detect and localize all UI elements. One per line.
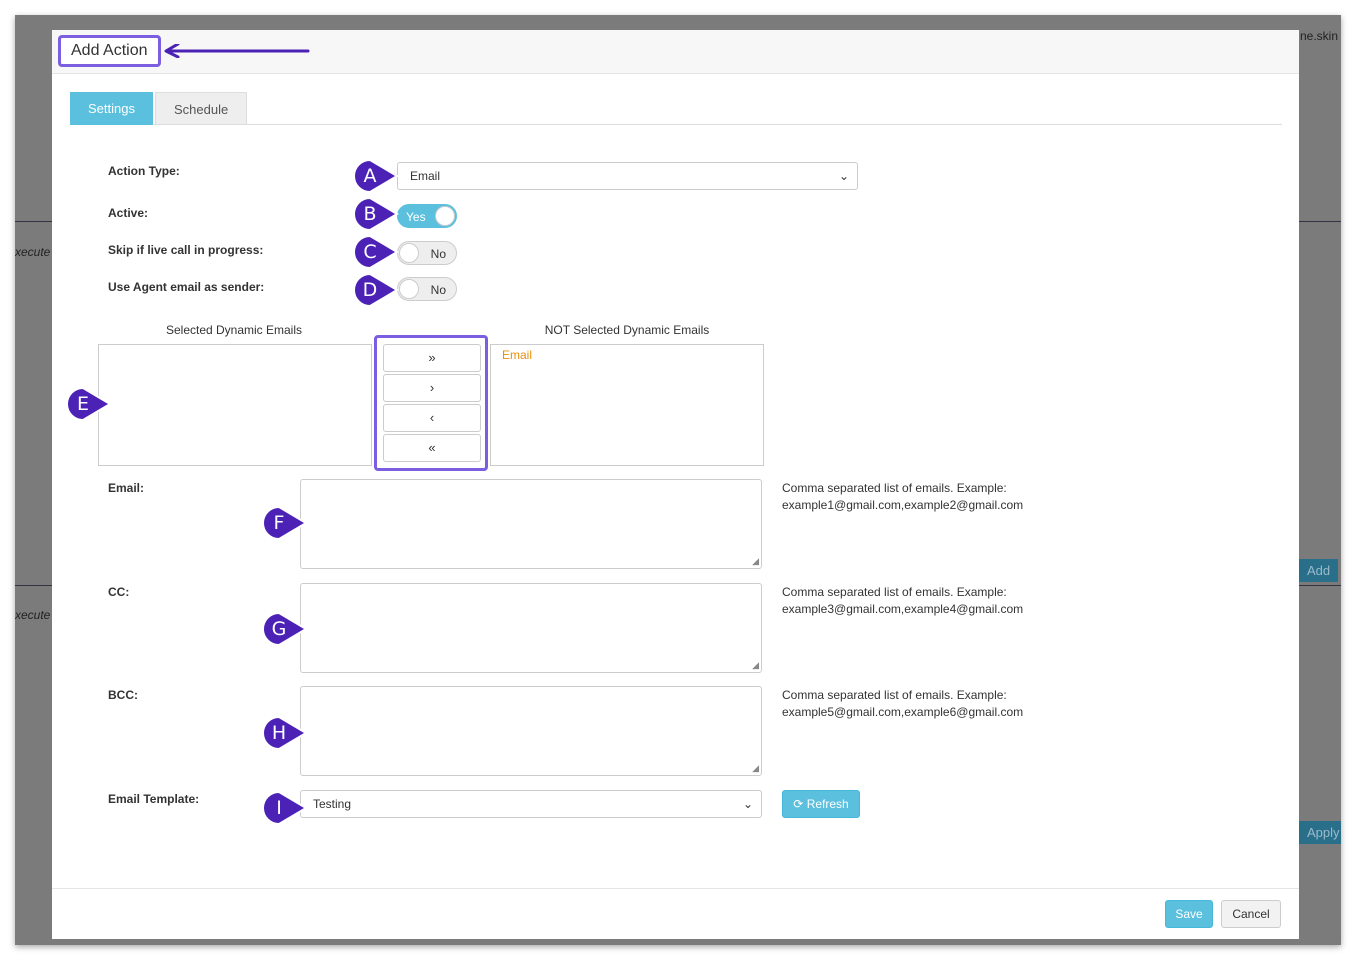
cancel-button[interactable]: Cancel — [1221, 900, 1281, 928]
background-add-button: Add — [1299, 559, 1339, 582]
agent-email-sender-label: Use Agent email as sender: — [108, 280, 265, 294]
move-all-right-button[interactable]: » — [383, 344, 481, 372]
action-type-value: Email — [410, 169, 441, 183]
callout-marker: G — [262, 612, 312, 646]
action-type-label: Action Type: — [108, 164, 180, 178]
background-text: xecute — [15, 608, 51, 622]
callout-marker: H — [262, 716, 312, 750]
callout-label: H — [271, 722, 287, 744]
callout-label: D — [362, 279, 378, 301]
callout-label: B — [363, 203, 377, 225]
tab-schedule[interactable]: Schedule — [155, 92, 248, 125]
skip-live-call-toggle-label: No — [430, 247, 446, 261]
resize-grip-icon[interactable]: ◢ — [752, 556, 759, 567]
save-button[interactable]: Save — [1165, 900, 1213, 928]
callout-marker: A — [353, 159, 403, 193]
callout-label: G — [271, 618, 287, 640]
bcc-label: BCC: — [108, 688, 138, 702]
toggle-knob — [435, 206, 455, 226]
active-label: Active: — [108, 206, 149, 220]
refresh-button[interactable]: ⟳ Refresh — [782, 790, 860, 818]
resize-grip-icon[interactable]: ◢ — [752, 660, 759, 671]
email-template-value: Testing — [313, 797, 352, 811]
cc-label: CC: — [108, 585, 130, 599]
callout-label: A — [363, 165, 377, 187]
background-text: xecute — [15, 245, 51, 259]
email-template-select[interactable]: Testing ⌄ — [300, 790, 762, 818]
chevron-down-icon: ⌄ — [742, 797, 753, 811]
callout-marker: E — [66, 387, 116, 421]
callout-marker: F — [262, 506, 312, 540]
background-apply-button: Apply — [1299, 821, 1341, 844]
email-template-label: Email Template: — [108, 792, 200, 806]
callout-label: E — [76, 393, 89, 415]
chevron-down-icon: ⌄ — [838, 169, 849, 183]
active-toggle-label: Yes — [406, 210, 426, 224]
agent-email-sender-toggle[interactable]: No — [397, 277, 457, 301]
callout-marker: I — [262, 791, 312, 825]
agent-email-sender-toggle-label: No — [430, 283, 446, 297]
not-selected-dynamic-emails-caption: NOT Selected Dynamic Emails — [544, 323, 710, 337]
callout-label: I — [276, 797, 282, 819]
email-label: Email: — [108, 481, 145, 495]
email-help-text: Comma separated list of emails. Example:… — [782, 481, 1024, 512]
move-all-left-button[interactable]: « — [383, 434, 481, 462]
list-item[interactable]: Email — [502, 348, 532, 362]
skip-live-call-toggle[interactable]: No — [397, 241, 457, 265]
callout-marker: C — [353, 235, 403, 269]
skip-live-call-label: Skip if live call in progress: — [108, 243, 264, 257]
refresh-icon: ⟳ — [793, 797, 804, 811]
move-buttons-group: » › ‹ « — [374, 335, 488, 471]
modal-title: Add Action — [58, 35, 161, 67]
selected-dynamic-emails-list[interactable] — [98, 344, 372, 466]
callout-marker: B — [353, 197, 403, 231]
not-selected-dynamic-emails-list[interactable]: Email — [490, 344, 764, 466]
cc-help-text: Comma separated list of emails. Example:… — [782, 585, 1024, 616]
callout-label: F — [273, 512, 285, 534]
tab-settings[interactable]: Settings — [70, 92, 153, 125]
cc-textarea[interactable]: ◢ — [300, 583, 762, 673]
background-text: ne.skin — [1300, 29, 1339, 43]
refresh-label: Refresh — [806, 797, 849, 811]
active-toggle[interactable]: Yes — [397, 204, 457, 228]
selected-dynamic-emails-caption: Selected Dynamic Emails — [165, 323, 303, 337]
action-type-select[interactable]: Email ⌄ — [397, 162, 858, 190]
modal-footer-divider — [52, 888, 1299, 889]
callout-label: C — [363, 241, 377, 263]
add-action-modal: Add Action Settings Schedule Action Type… — [52, 30, 1299, 939]
move-left-button[interactable]: ‹ — [383, 404, 481, 432]
annotation-arrow-icon — [164, 44, 310, 58]
move-right-button[interactable]: › — [383, 374, 481, 402]
tab-bar: Settings Schedule — [70, 92, 1282, 125]
callout-marker: D — [353, 273, 403, 307]
resize-grip-icon[interactable]: ◢ — [752, 763, 759, 774]
bcc-textarea[interactable]: ◢ — [300, 686, 762, 776]
email-textarea[interactable]: ◢ — [300, 479, 762, 569]
bcc-help-text: Comma separated list of emails. Example:… — [782, 688, 1024, 719]
